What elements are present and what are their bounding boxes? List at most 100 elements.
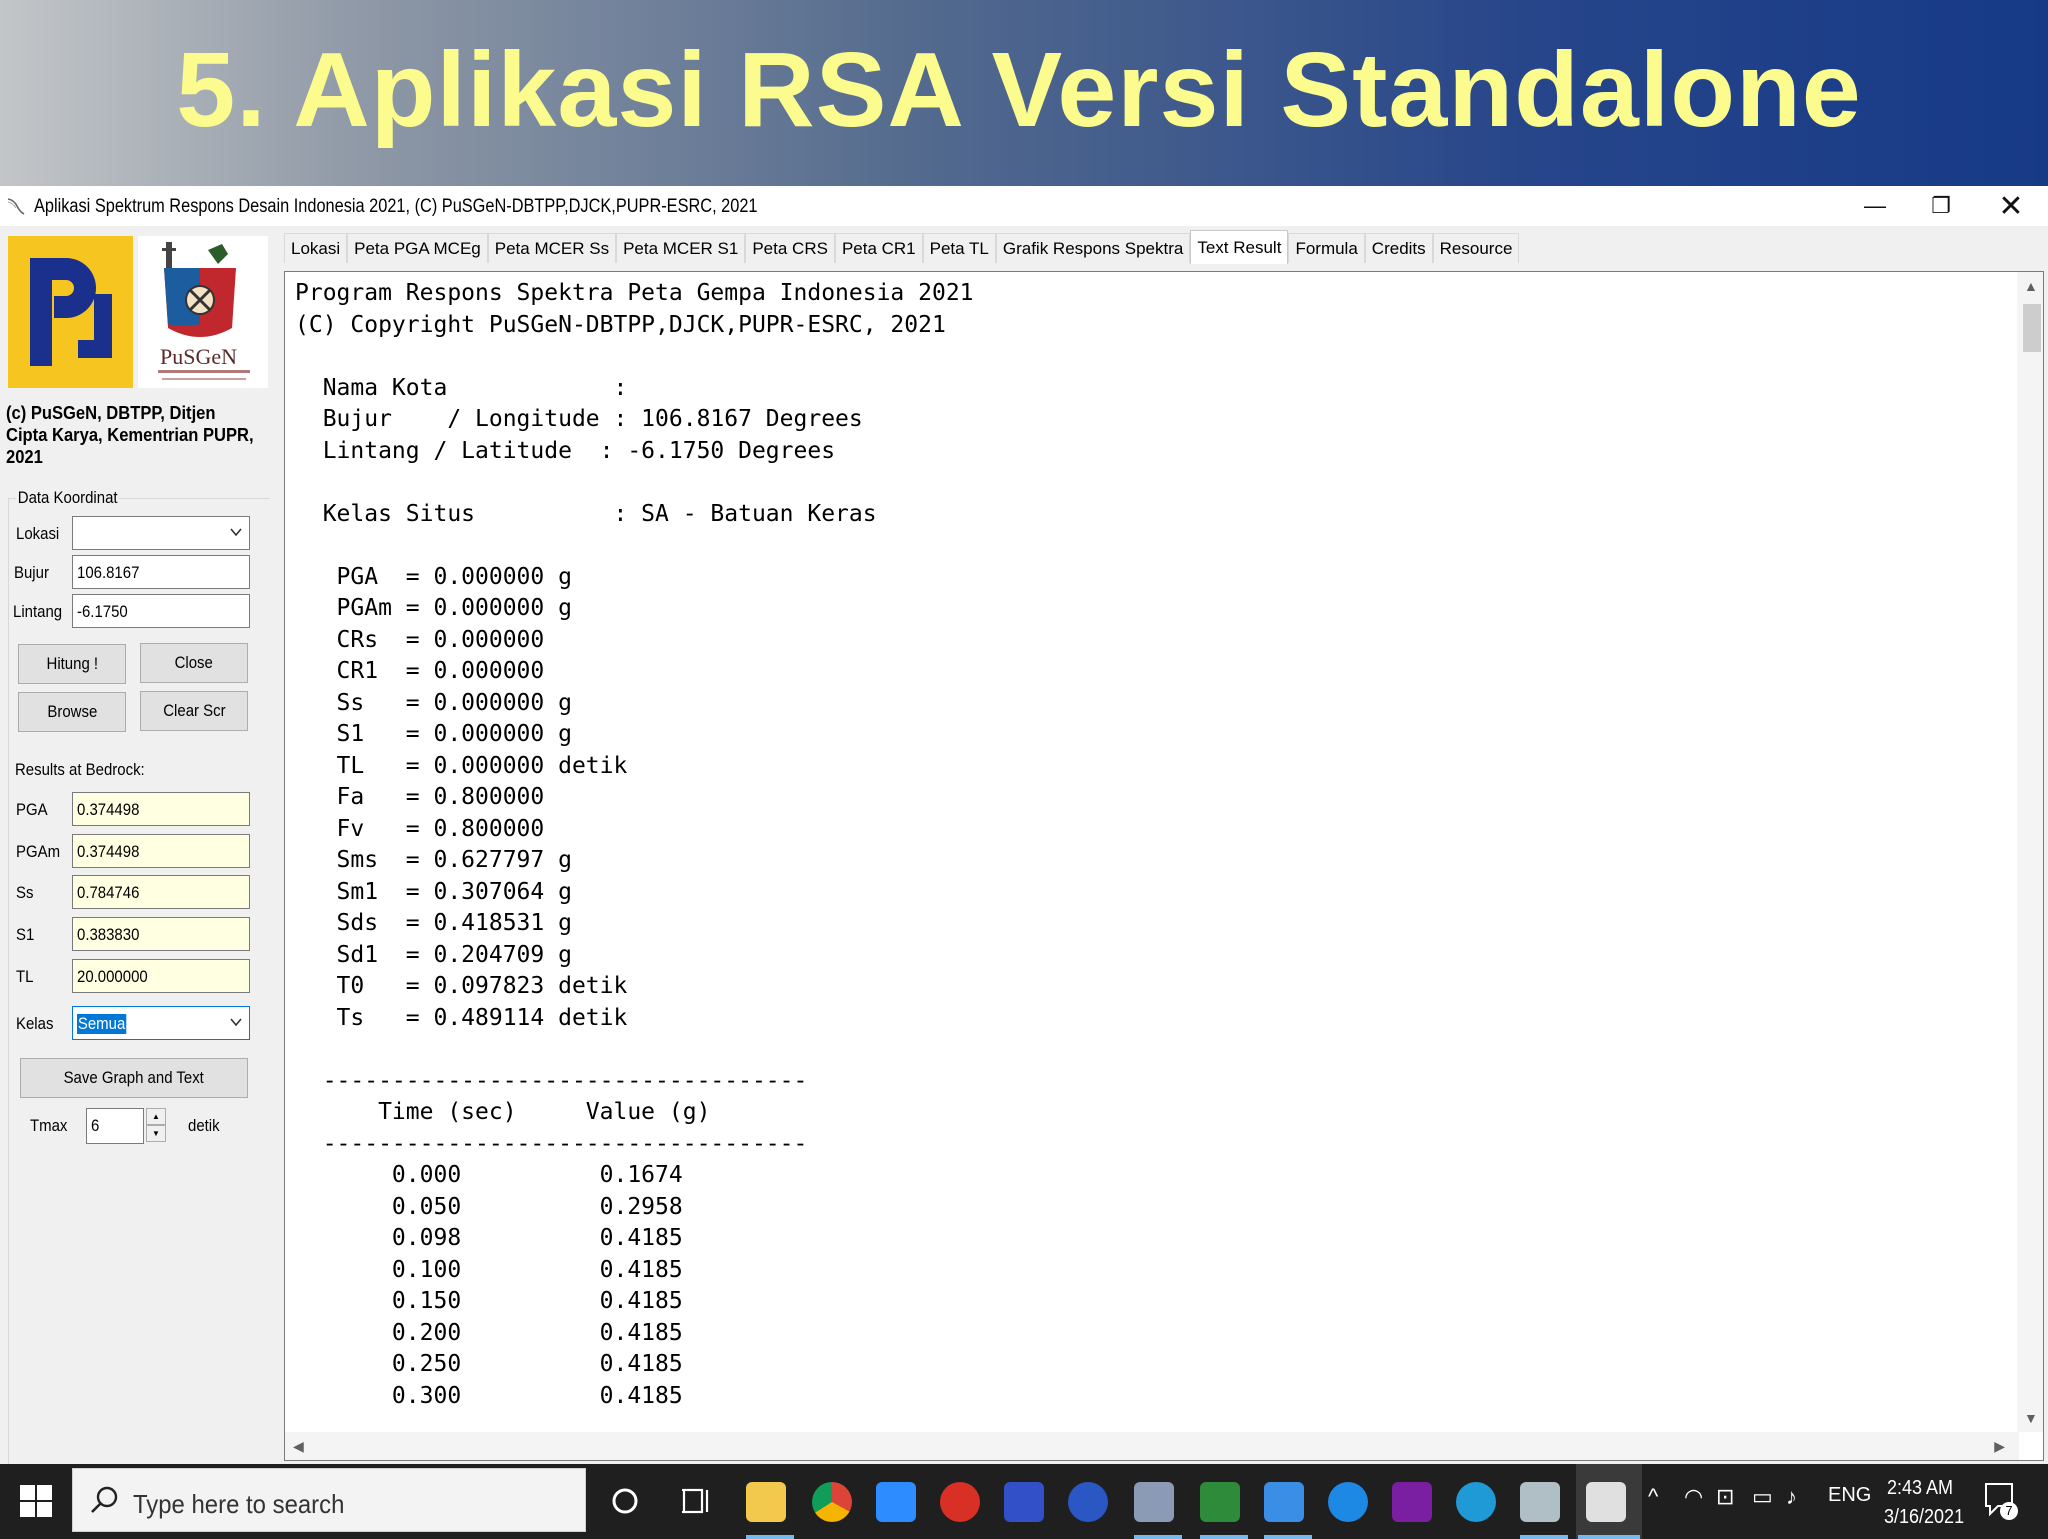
pupr-logo [8,236,133,388]
horizontal-scrollbar[interactable]: ◀ ▶ [285,1432,2019,1460]
tab-strip: Lokasi Peta PGA MCEg Peta MCER Ss Peta M… [284,230,1520,264]
tab-text-result[interactable]: Text Result [1190,230,1289,264]
tab-formula[interactable]: Formula [1288,233,1365,263]
chrome-icon[interactable] [812,1482,852,1522]
data-koordinat-label: Data Koordinat [16,488,120,508]
tray-chevron-icon[interactable]: ^ [1648,1484,1658,1510]
chevron-down-icon [230,528,242,537]
tab-peta-cr1[interactable]: Peta CR1 [834,233,923,263]
s1-output[interactable]: 0.383830 [72,917,250,951]
copyright-text: (c) PuSGeN, DBTPP, Ditjen Cipta Karya, K… [6,403,254,467]
results-label: Results at Bedrock: [15,760,145,779]
pga-output[interactable]: 0.374498 [72,792,250,826]
tab-peta-tl[interactable]: Peta TL [922,233,996,263]
tl-label: TL [16,967,34,986]
search-icon [91,1486,118,1513]
close-button[interactable]: Close [140,643,248,683]
usb-icon[interactable]: ⊡ [1716,1484,1734,1510]
file-explorer-icon[interactable] [746,1482,786,1522]
text-result-content: Program Respons Spektra Peta Gempa Indon… [295,280,974,1409]
tab-lokasi[interactable]: Lokasi [284,233,348,263]
lokasi-select[interactable] [72,516,250,550]
tab-resource[interactable]: Resource [1432,233,1520,263]
lokasi-label: Lokasi [16,524,60,543]
tl-output[interactable]: 20.000000 [72,959,250,993]
app-icon [7,198,25,215]
rsa-app-icon[interactable] [1586,1482,1626,1522]
title-bar[interactable]: Aplikasi Spektrum Respons Desain Indones… [0,186,2048,226]
window-title: Aplikasi Spektrum Respons Desain Indones… [34,196,758,217]
clock[interactable]: 2:43 AM 3/16/2021 [1884,1474,1964,1532]
running-indicator [1578,1535,1640,1539]
notification-badge: 7 [2000,1502,2018,1520]
pen-app-icon[interactable] [1264,1482,1304,1522]
green-app-icon[interactable] [1200,1482,1240,1522]
running-indicator [1264,1535,1312,1539]
tmax-unit: detik [188,1116,220,1135]
left-panel: PuSGeN (c) PuSGeN, DBTPP, Ditjen Cipta K… [0,226,276,1508]
scrollbar-thumb[interactable] [2023,304,2041,352]
zoom-icon[interactable] [876,1482,916,1522]
chevron-down-icon [230,1018,242,1027]
language-indicator[interactable]: ENG [1828,1484,1871,1507]
kelas-select[interactable]: Semua [72,1006,250,1040]
running-indicator [1200,1535,1248,1539]
volume-icon[interactable]: ♪ [1786,1484,1797,1510]
tmax-spinner[interactable]: ▲ ▼ [146,1108,168,1144]
slide-banner: 5. Aplikasi RSA Versi Standalone [0,0,2048,186]
tab-peta-mcer-ss[interactable]: Peta MCER Ss [487,233,617,263]
scroll-left-icon[interactable]: ◀ [293,1438,304,1455]
pusgen-logo-text: PuSGeN [160,344,238,369]
vertical-scrollbar[interactable]: ▲ ▼ [2017,272,2043,1432]
save-graph-text-button[interactable]: Save Graph and Text [20,1058,248,1098]
tab-peta-pga-mceg[interactable]: Peta PGA MCEg [347,233,488,263]
search-placeholder: Type here to search [133,1489,345,1519]
tmax-label: Tmax [30,1116,68,1135]
task-view-icon[interactable] [680,1484,714,1518]
spin-down-icon[interactable]: ▼ [146,1125,166,1142]
restore-button[interactable]: ❐ [1908,186,1974,226]
lintang-label: Lintang [13,602,63,621]
scroll-down-icon[interactable]: ▼ [2024,1410,2038,1426]
ss-output[interactable]: 0.784746 [72,875,250,909]
app-blue-icon[interactable] [1004,1482,1044,1522]
slide-title: 5. Aplikasi RSA Versi Standalone [176,30,1862,149]
pgam-output[interactable]: 0.374498 [72,834,250,868]
minimize-button[interactable]: — [1842,186,1908,226]
dx-app-icon[interactable] [940,1482,980,1522]
hitung-button[interactable]: Hitung ! [18,644,126,684]
wifi-icon[interactable]: ◠ [1684,1484,1703,1510]
purple-app-icon[interactable] [1392,1482,1432,1522]
edge-icon[interactable] [1456,1482,1496,1522]
running-indicator [1520,1535,1568,1539]
tab-grafik-respons-spektra[interactable]: Grafik Respons Spektra [995,233,1191,263]
clear-scr-button[interactable]: Clear Scr [140,691,248,731]
battery-icon[interactable]: ▭ [1752,1484,1773,1510]
scroll-up-icon[interactable]: ▲ [2024,278,2038,294]
pgam-label: PGAm [16,842,61,861]
tab-peta-mcer-s1[interactable]: Peta MCER S1 [616,233,746,263]
taskbar: Type here to search ^ ◠ ⊡ ▭ ♪ ENG 2:43 A… [0,1464,2048,1539]
bird-app-icon[interactable] [1328,1482,1368,1522]
ss-label: Ss [16,883,34,902]
running-indicator [746,1535,794,1539]
taskbar-search[interactable]: Type here to search [72,1468,586,1532]
tab-credits[interactable]: Credits [1364,233,1433,263]
browse-button[interactable]: Browse [18,692,126,732]
tab-peta-crs[interactable]: Peta CRS [745,233,835,263]
document-app-icon[interactable] [1520,1482,1560,1522]
close-window-button[interactable]: ✕ [1978,186,2044,226]
text-result-area[interactable]: Program Respons Spektra Peta Gempa Indon… [284,271,2044,1461]
spin-up-icon[interactable]: ▲ [146,1108,166,1125]
scroll-right-icon[interactable]: ▶ [1994,1438,2005,1455]
bujur-input[interactable]: 106.8167 [72,555,250,589]
headset-app-icon[interactable] [1068,1482,1108,1522]
windows-start-icon[interactable] [18,1483,54,1519]
running-indicator [1134,1535,1182,1539]
kelas-label: Kelas [16,1014,54,1033]
tmax-input[interactable]: 6 [86,1108,144,1144]
notification-icon[interactable]: 7 [1982,1480,2018,1520]
cortana-icon[interactable] [608,1484,642,1518]
lintang-input[interactable]: -6.1750 [72,594,250,628]
paint-icon[interactable] [1134,1482,1174,1522]
